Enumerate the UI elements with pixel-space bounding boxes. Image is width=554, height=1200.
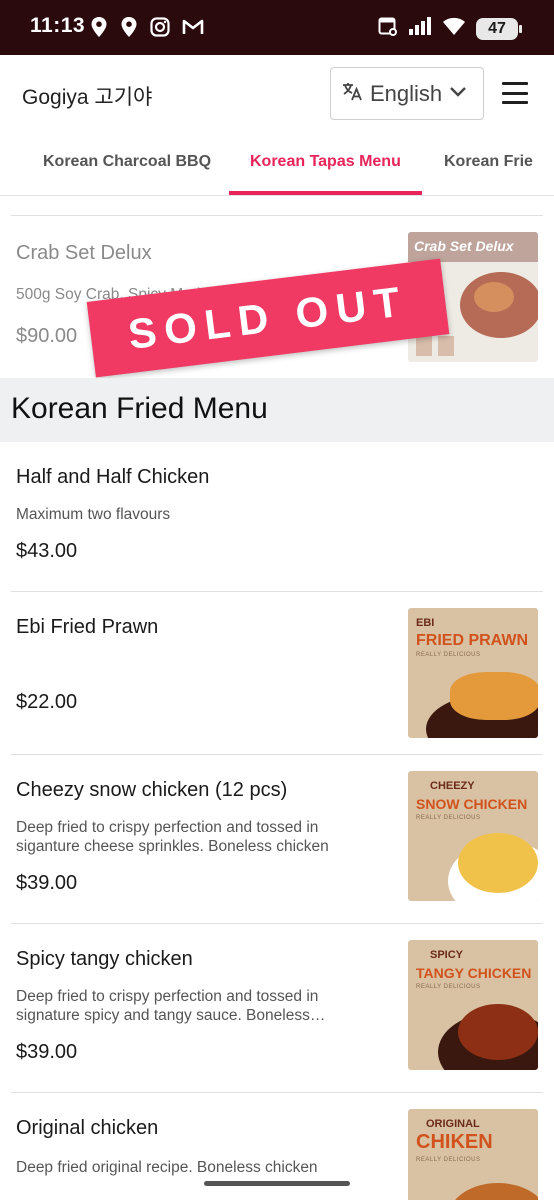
- app-header: Gogiya 고기야 English: [0, 55, 554, 133]
- image-subtitle: REALLY DELICIOUS: [416, 815, 481, 821]
- image-subtitle: REALLY DELICIOUS: [416, 1157, 481, 1163]
- menu-item[interactable]: Half and Half Chicken Maximum two flavou…: [0, 442, 554, 592]
- calendar-icon: [378, 15, 398, 42]
- image-title: SPICY TANGY CHICKEN: [416, 946, 531, 982]
- image-jar: [416, 336, 432, 356]
- category-tabs: Korean Charcoal BBQ Korean Tapas Menu Ko…: [0, 133, 554, 196]
- status-icons-right: 47: [378, 15, 522, 42]
- item-image: EBI FRIED PRAWN REALLY DELICIOUS: [408, 608, 538, 738]
- image-food: [448, 1183, 538, 1200]
- image-title-small: SPICY: [430, 949, 464, 961]
- status-bar: 11:13 47: [0, 0, 554, 55]
- item-description: Deep fried to crispy perfection and toss…: [16, 819, 329, 855]
- item-name: Spicy tangy chicken: [16, 948, 193, 970]
- image-title-small: EBI: [416, 617, 435, 629]
- item-price: $22.00: [16, 691, 78, 713]
- image-title: EBI FRIED PRAWN: [416, 614, 528, 650]
- image-title-big: FRIED PRAWN: [416, 632, 528, 649]
- translate-icon: [341, 80, 363, 107]
- location-icon: [90, 16, 108, 43]
- wifi-icon: [442, 16, 466, 41]
- image-title-big: SNOW CHICKEN: [416, 796, 528, 812]
- image-jar: [438, 336, 454, 356]
- hamburger-icon-bar: [502, 82, 528, 85]
- menu-content[interactable]: Crab Set Delux 500g Soy Crab, Spicy Mari…: [0, 196, 554, 1200]
- image-title: CHEEZY SNOW CHICKEN: [416, 777, 527, 813]
- image-food: [450, 672, 538, 720]
- image-food: [458, 1004, 538, 1060]
- hamburger-icon-bar: [502, 91, 528, 95]
- image-title-big: CHIKEN: [416, 1131, 493, 1153]
- item-name: Ebi Fried Prawn: [16, 616, 159, 638]
- brand-name: Gogiya 고기야: [22, 86, 153, 109]
- tab-korean-tapas-menu[interactable]: Korean Tapas Menu: [250, 133, 401, 195]
- item-name: Cheezy snow chicken (12 pcs): [16, 779, 288, 801]
- gmail-icon: [182, 18, 204, 41]
- chevron-down-icon: [449, 85, 467, 103]
- menu-item-sold-out[interactable]: Crab Set Delux 500g Soy Crab, Spicy Mari…: [0, 216, 554, 378]
- menu-item[interactable]: Spicy tangy chicken Deep fried to crispy…: [0, 924, 554, 1092]
- item-image: ORIGINAL CHIKEN REALLY DELICIOUS: [408, 1109, 538, 1200]
- tab-korean-charcoal-bbq[interactable]: Korean Charcoal BBQ: [43, 133, 211, 195]
- section-header: Korean Fried Menu: [0, 378, 554, 442]
- image-food: [458, 833, 538, 893]
- status-icons-left: [90, 16, 204, 43]
- section-title: Korean Fried Menu: [11, 392, 268, 425]
- item-price: $39.00: [16, 872, 78, 894]
- image-subtitle: REALLY DELICIOUS: [416, 652, 481, 658]
- sold-out-badge: SOLD OUT: [86, 258, 450, 378]
- active-tab-indicator: [229, 191, 422, 195]
- item-image: CHEEZY SNOW CHICKEN REALLY DELICIOUS: [408, 771, 538, 901]
- item-price: $90.00: [16, 325, 78, 347]
- image-subtitle: REALLY DELICIOUS: [416, 984, 481, 990]
- item-name: Crab Set Delux: [16, 242, 152, 264]
- item-price: $39.00: [16, 1041, 78, 1063]
- item-image: SPICY TANGY CHICKEN REALLY DELICIOUS: [408, 940, 538, 1070]
- hamburger-icon-bar: [502, 101, 528, 104]
- menu-item[interactable]: Ebi Fried Prawn $22.00 EBI FRIED PRAWN R…: [0, 592, 554, 754]
- item-description: Deep fried original recipe. Boneless chi…: [16, 1159, 318, 1176]
- item-name: Original chicken: [16, 1117, 159, 1139]
- item-description: Deep fried to crispy perfection and toss…: [16, 988, 326, 1024]
- location-icon: [120, 16, 138, 43]
- image-title-big: TANGY CHICKEN: [416, 965, 532, 981]
- menu-item[interactable]: Cheezy snow chicken (12 pcs) Deep fried …: [0, 755, 554, 923]
- signal-icon: [408, 16, 432, 41]
- language-select[interactable]: English: [330, 67, 484, 120]
- image-title: ORIGINAL CHIKEN: [416, 1115, 493, 1153]
- instagram-icon: [150, 17, 170, 42]
- image-title: Crab Set Delux: [414, 238, 514, 254]
- item-name: Half and Half Chicken: [16, 466, 210, 488]
- home-indicator[interactable]: [204, 1181, 350, 1186]
- status-time: 11:13: [30, 14, 86, 37]
- item-description: Maximum two flavours: [16, 506, 171, 523]
- item-price: $43.00: [16, 540, 78, 562]
- hamburger-menu-button[interactable]: [502, 82, 528, 104]
- battery-icon: 47: [476, 17, 522, 40]
- tab-korean-fried[interactable]: Korean Frie: [444, 133, 533, 195]
- image-title-small: CHEEZY: [430, 780, 475, 792]
- image-food: [474, 282, 514, 312]
- language-label: English: [370, 80, 443, 106]
